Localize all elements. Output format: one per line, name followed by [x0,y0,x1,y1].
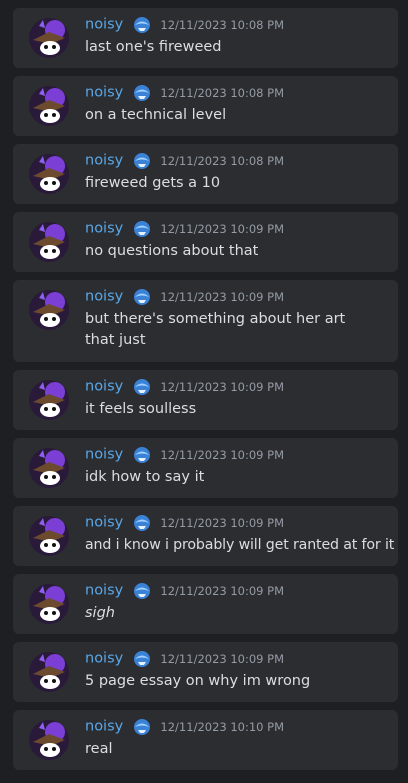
user-avatar[interactable] [29,720,69,760]
message-text: on a technical level [85,107,227,123]
message[interactable]: noisy 12/11/2023 10:09 PM and i know i p… [13,506,398,566]
role-badge-icon[interactable] [131,446,153,464]
timestamp[interactable]: 12/11/2023 10:09 PM [160,584,284,598]
message[interactable]: noisy 12/11/2023 10:09 PM 5 page essay o… [13,642,398,702]
username[interactable]: noisy [85,515,123,531]
message-header: noisy 12/11/2023 10:09 PM [85,444,284,464]
timestamp[interactable]: 12/11/2023 10:09 PM [160,652,284,666]
timestamp[interactable]: 12/11/2023 10:09 PM [160,222,284,236]
message-header: noisy 12/11/2023 10:09 PM [85,580,284,600]
user-avatar[interactable] [29,18,69,58]
role-badge-icon[interactable] [131,84,153,102]
timestamp[interactable]: 12/11/2023 10:10 PM [160,720,284,734]
message-header: noisy 12/11/2023 10:09 PM [85,512,284,532]
message-header: noisy 12/11/2023 10:08 PM [85,150,284,170]
role-badge-icon[interactable] [131,378,153,396]
username[interactable]: noisy [85,221,123,237]
message-text: 5 page essay on why im wrong [85,673,311,689]
message-text: idk how to say it [85,469,205,485]
message[interactable]: noisy 12/11/2023 10:09 PM idk how to say… [13,438,398,498]
message[interactable]: noisy 12/11/2023 10:09 PM it feels soull… [13,370,398,430]
message[interactable]: noisy 12/11/2023 10:10 PM real [13,710,398,770]
message-header: noisy 12/11/2023 10:09 PM [85,286,284,306]
timestamp[interactable]: 12/11/2023 10:09 PM [160,516,284,530]
user-avatar[interactable] [29,154,69,194]
message-header: noisy 12/11/2023 10:09 PM [85,376,284,396]
timestamp[interactable]: 12/11/2023 10:09 PM [160,380,284,394]
message-text: real [85,741,113,757]
message-text: no questions about that [85,243,259,259]
username[interactable]: noisy [85,85,123,101]
message-header: noisy 12/11/2023 10:09 PM [85,218,284,238]
message[interactable]: noisy 12/11/2023 10:08 PM fireweed gets … [13,144,398,204]
message-text: sigh [85,605,115,621]
user-avatar[interactable] [29,380,69,420]
username[interactable]: noisy [85,651,123,667]
message-text: fireweed gets a 10 [85,175,221,191]
role-badge-icon[interactable] [131,16,153,34]
role-badge-icon[interactable] [131,220,153,238]
user-avatar[interactable] [29,448,69,488]
message-header: noisy 12/11/2023 10:10 PM [85,716,284,736]
role-badge-icon[interactable] [131,152,153,170]
message-header: noisy 12/11/2023 10:08 PM [85,14,284,34]
username[interactable]: noisy [85,17,123,33]
role-badge-icon[interactable] [131,650,153,668]
role-badge-icon[interactable] [131,288,153,306]
message-text: last one's fireweed [85,39,222,55]
username[interactable]: noisy [85,447,123,463]
message[interactable]: noisy 12/11/2023 10:09 PM no questions a… [13,212,398,272]
message-text: it feels soulless [85,401,197,417]
timestamp[interactable]: 12/11/2023 10:08 PM [160,18,284,32]
timestamp[interactable]: 12/11/2023 10:09 PM [160,290,284,304]
timestamp[interactable]: 12/11/2023 10:09 PM [160,448,284,462]
role-badge-icon[interactable] [131,718,153,736]
message[interactable]: noisy 12/11/2023 10:09 PM sigh [13,574,398,634]
message[interactable]: noisy 12/11/2023 10:08 PM last one's fir… [13,8,398,68]
timestamp[interactable]: 12/11/2023 10:08 PM [160,154,284,168]
username[interactable]: noisy [85,719,123,735]
username[interactable]: noisy [85,289,123,305]
message-text: and i know i probably will get ranted at… [85,537,395,553]
message-header: noisy 12/11/2023 10:08 PM [85,82,284,102]
role-badge-icon[interactable] [131,514,153,532]
message-text: but there's something about her art that… [85,311,346,348]
user-avatar[interactable] [29,222,69,262]
user-avatar[interactable] [29,516,69,556]
user-avatar[interactable] [29,290,69,330]
username[interactable]: noisy [85,379,123,395]
message-header: noisy 12/11/2023 10:09 PM [85,648,284,668]
username[interactable]: noisy [85,583,123,599]
message[interactable]: noisy 12/11/2023 10:08 PM on a technical… [13,76,398,136]
timestamp[interactable]: 12/11/2023 10:08 PM [160,86,284,100]
user-avatar[interactable] [29,584,69,624]
message[interactable]: noisy 12/11/2023 10:09 PM but there's so… [13,280,398,362]
user-avatar[interactable] [29,652,69,692]
chat-log: noisy 12/11/2023 10:08 PM last one's fir… [0,0,408,783]
role-badge-icon[interactable] [131,582,153,600]
user-avatar[interactable] [29,86,69,126]
username[interactable]: noisy [85,153,123,169]
